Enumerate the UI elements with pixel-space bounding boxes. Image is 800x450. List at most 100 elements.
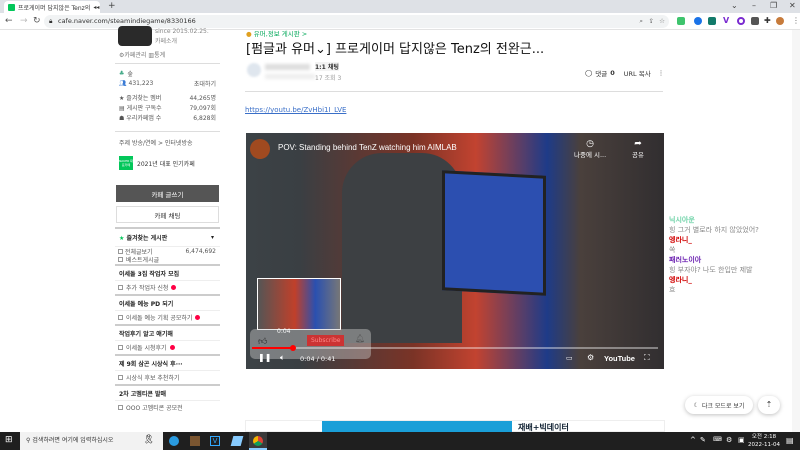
reload-icon[interactable]: ↻ (33, 16, 41, 26)
extension-icon[interactable] (708, 17, 716, 25)
stats-link[interactable]: 통계 (154, 52, 165, 59)
minecraft-icon[interactable] (190, 436, 200, 446)
chat-message: 힝 부자야? 나도 한입만 제발 (669, 266, 753, 274)
favorites-label: 즐겨찾는 게시판 (126, 235, 168, 242)
board-label: 추가 작업자 신청 (126, 285, 169, 292)
chat-username[interactable]: 패러노이아 (669, 255, 794, 265)
captions-icon[interactable]: ▭ (566, 354, 573, 362)
clock[interactable]: 오전 2:18 2022-11-04 (748, 433, 780, 449)
progress-bar[interactable] (252, 345, 658, 351)
naver-badge-icon: NAVER 대표카페 (119, 156, 133, 170)
app-icon[interactable] (230, 436, 244, 446)
video-title[interactable]: POV: Standing behind TenZ watching him A… (278, 143, 457, 152)
extensions-puzzle-icon[interactable]: ✚ (764, 16, 771, 25)
board-link[interactable]: 이세돌 예능 기획 공모하기 (115, 310, 220, 324)
close-window-button[interactable]: ✕ (789, 1, 796, 10)
tray-icon[interactable]: ✎ (700, 436, 706, 444)
audio-icon[interactable]: ◂◂ (93, 4, 99, 11)
scroll-top-button[interactable]: ⇡ (758, 396, 780, 414)
zoom-icon[interactable]: ⌕ (639, 15, 643, 28)
back-icon[interactable]: ← (5, 16, 13, 26)
url-copy-button[interactable]: URL 복사 (624, 68, 651, 78)
best-posts-link[interactable]: 베스트게시글 (115, 255, 220, 264)
url-text: cafe.naver.com/steamindiegame/8330166 (58, 17, 196, 25)
invite-link[interactable]: 초대하기 (194, 79, 216, 88)
board-link[interactable]: 이세돌 시청후기 (115, 340, 220, 354)
cafe-intro-link[interactable]: 카페소개 (155, 36, 177, 45)
youtube-link[interactable]: https://youtu.be/ZvHbi1I_LVE (245, 106, 346, 114)
comments-label[interactable]: 댓글 (595, 68, 607, 78)
banner-ad[interactable]: 재배+빅데이터 (245, 420, 665, 433)
extension-icon[interactable] (677, 17, 685, 25)
chrome-icon (253, 436, 263, 446)
settings-gear-icon[interactable]: ⚙ (587, 353, 594, 362)
one-to-one-chat-button[interactable]: 1:1 채팅 (315, 62, 339, 71)
tray-gear-icon[interactable]: ⚙ (726, 436, 732, 444)
share-button[interactable]: ➦ 공유 (632, 139, 644, 159)
vscode-icon[interactable]: V (210, 436, 220, 446)
youtube-logo[interactable]: YouTube (604, 354, 635, 363)
browser-tab[interactable]: 프로게이머 답지않은 Tenz의◂◂✕ (4, 1, 100, 13)
maximize-button[interactable]: ❐ (770, 1, 777, 10)
extension-o-icon[interactable] (737, 17, 745, 25)
cafe-chat-button[interactable]: 카페 채팅 (116, 206, 219, 223)
board-link[interactable]: OOO 고멤티콘 공모전 (115, 400, 220, 414)
dark-mode-button[interactable]: ☾ 다크 모드로 보기 (685, 396, 753, 414)
forward-icon[interactable]: → (20, 16, 28, 26)
ime-icon[interactable]: ▣ (738, 436, 745, 444)
bookmark-star-icon[interactable]: ☆ (659, 15, 665, 28)
video-monitor (442, 170, 546, 296)
board-label: 시상식 후보 추천하기 (126, 375, 180, 382)
taskbar-search-input[interactable]: ⚲ 검색하려면 여기에 입력하십시오 (20, 432, 163, 450)
naver-cafe-favicon (8, 3, 15, 11)
board-section-title: 제 9회 삼곤 시상식 후··· (115, 354, 220, 370)
level-tree-icon: ♣ (119, 69, 125, 77)
extension-icon[interactable] (751, 17, 759, 25)
profile-avatar[interactable] (776, 17, 784, 25)
cafe-sidebar: since 2015.02.25. 카페소개 ⚙카페관리 ▥통계 ♣ 숲 👥︎ 4… (115, 26, 220, 432)
chat-username[interactable]: 닉시아운 (669, 215, 794, 225)
clock-date: 2022-11-04 (748, 442, 780, 448)
stat-label: 게시판 구독수 (126, 104, 162, 112)
scrollbar[interactable] (792, 30, 800, 432)
board-link[interactable]: 유머,정보 게시판 > (254, 30, 308, 38)
more-icon[interactable]: ⋮ (658, 69, 665, 77)
extension-icon[interactable] (694, 17, 702, 25)
subscribe-button[interactable]: Subscribe (307, 335, 345, 346)
tab-search-icon[interactable]: ⌄ (731, 1, 738, 10)
extension-v-icon[interactable]: V (723, 16, 729, 25)
favorites-board-toggle[interactable]: ★ 즐겨찾는 게시판 ▾ (115, 227, 220, 246)
write-post-button[interactable]: 카페 글쓰기 (116, 185, 219, 202)
all-posts-link[interactable]: 전체글보기 6,474,692 (115, 246, 220, 256)
edge-icon[interactable] (169, 436, 179, 446)
author-name-blurred (265, 64, 310, 70)
member-count: 431,223 (128, 79, 154, 87)
fullscreen-icon[interactable]: ⛶ (644, 353, 650, 363)
chat-username[interactable]: 엥라니_ (669, 235, 794, 245)
channel-avatar[interactable] (250, 139, 270, 159)
menu-icon[interactable]: ⋮ (792, 16, 800, 25)
youtube-embed[interactable]: POV: Standing behind TenZ watching him A… (246, 133, 664, 369)
board-link[interactable]: 시상식 후보 추천하기 (115, 370, 220, 384)
chat-username[interactable]: 엥라니_ (669, 275, 794, 285)
volume-icon[interactable]: 🔈︎ (280, 353, 285, 363)
scrubber-handle[interactable] (289, 345, 296, 351)
tray-chevron-icon[interactable]: ^ (690, 436, 696, 444)
new-tab-button[interactable]: + (108, 1, 116, 11)
chrome-taskbar-button[interactable] (249, 432, 267, 450)
like-icon[interactable]: 👍︎ (258, 337, 267, 347)
keyboard-icon[interactable]: ⌨ (713, 436, 722, 443)
windows-taskbar: ⊞ ⚲ 검색하려면 여기에 입력하십시오 🎗︎ V ^ ✎ ⌨ ⚙ ▣ 오전 2… (0, 432, 800, 450)
cafe-manage-link[interactable]: 카페관리 (124, 52, 146, 59)
watch-later-button[interactable]: ◷ 나중에 시... (574, 139, 606, 159)
article-title: [펌글과 유머⌄] 프로게이머 답지않은 Tenz의 전완근... (246, 42, 545, 57)
minimize-button[interactable]: – (752, 1, 756, 10)
pause-icon[interactable]: ❚❚ (258, 353, 271, 362)
windows-start-icon[interactable]: ⊞ (5, 435, 13, 445)
bell-icon[interactable]: 🔔︎ (355, 334, 365, 343)
ribbon-icon: 🎗︎ (143, 435, 155, 445)
cafe-topic: 주제 방송/연예 > 인터넷방송 (119, 140, 193, 147)
notification-icon[interactable]: ▤ (786, 436, 794, 445)
board-link[interactable]: 추가 작업자 신청 (115, 280, 220, 294)
share-icon[interactable]: ⇪ (649, 15, 654, 28)
